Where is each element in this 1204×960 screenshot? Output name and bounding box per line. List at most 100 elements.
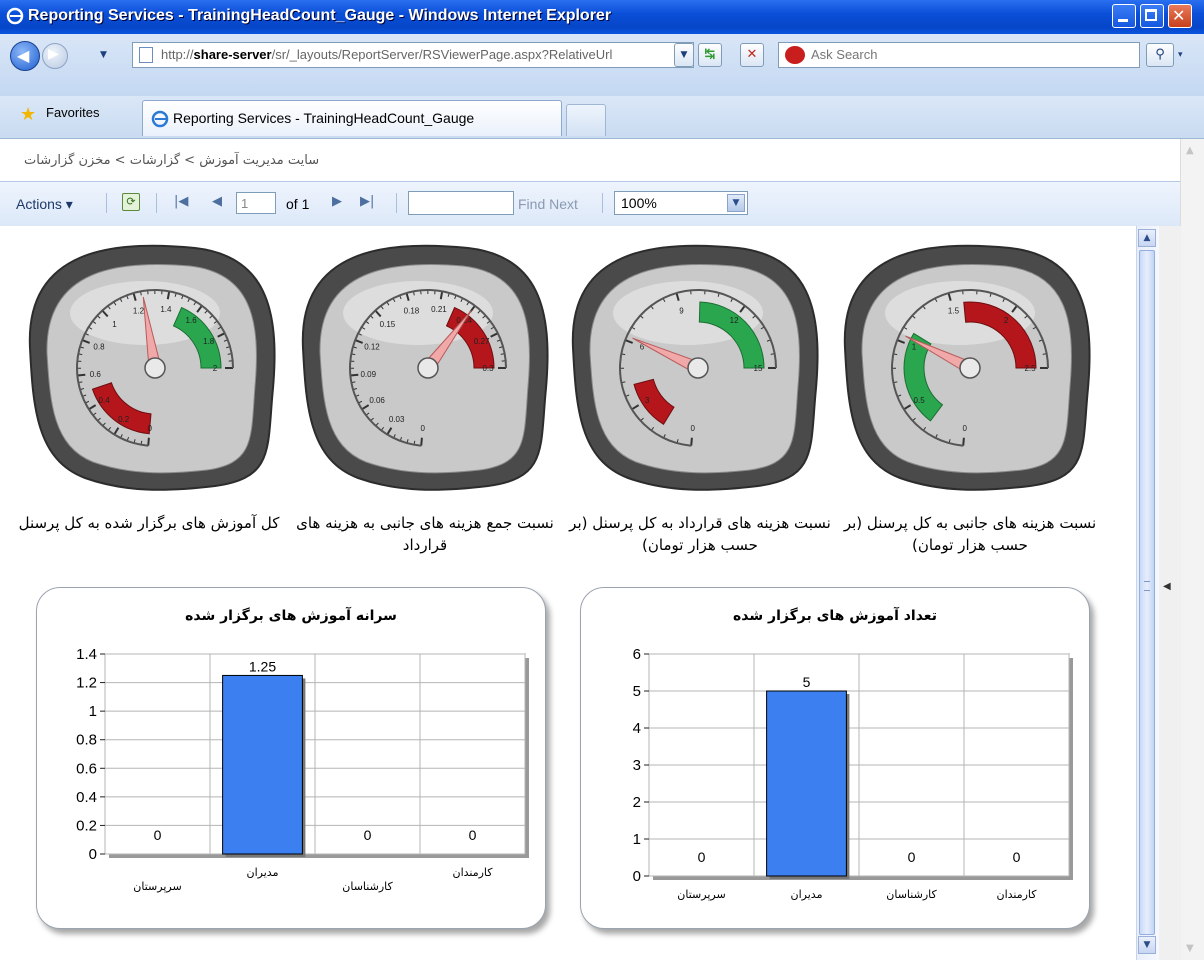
bar-value-label: 0 — [698, 849, 706, 865]
gauge-scale-label: 0.4 — [99, 396, 111, 405]
chart-panel-count: تعداد آموزش های برگزار شده 0 1 2 3 4 5 6 0 5 0 0 سر… — [580, 587, 1090, 929]
minimize-icon — [1118, 19, 1128, 22]
stop-icon: ✕ — [746, 47, 758, 62]
y-tick-label: 5 — [633, 683, 641, 700]
gauge-caption: کل آموزش های برگزار شده به کل پرسنل — [18, 514, 280, 532]
back-arrow-icon: ◀ — [17, 46, 30, 65]
new-tab-button[interactable] — [566, 104, 606, 136]
scroll-up-icon: ▲ — [1143, 233, 1151, 243]
close-button[interactable]: ✕ — [1168, 4, 1192, 28]
tab-label: Reporting Services - TrainingHeadCount_G… — [173, 110, 475, 126]
gauge-scale-label: 0.18 — [404, 306, 420, 315]
tab-reporting-services[interactable]: Reporting Services - TrainingHeadCount_G… — [142, 100, 562, 136]
search-placeholder: Ask Search — [811, 47, 878, 62]
splitter-collapse-icon: ◀ — [1163, 581, 1171, 592]
bar — [222, 674, 303, 855]
y-tick-label: 1.2 — [76, 675, 97, 692]
history-dropdown-icon[interactable]: ▼ — [100, 50, 107, 60]
category-label: مدیران — [791, 888, 823, 901]
plot-shadow — [653, 876, 1073, 880]
gauge-scale-label: 0.03 — [389, 415, 405, 424]
refresh-button[interactable]: ↹ — [698, 43, 722, 67]
pane-splitter[interactable]: ◀ — [1158, 226, 1181, 960]
gauges-panel: 0 0.2 0.4 0.6 0.8 1 1.2 1.4 1.6 1.8 2 0 0.03 0.06 0.09… — [28, 244, 1091, 491]
report-viewport: 0 0.2 0.4 0.6 0.8 1 1.2 1.4 1.6 1.8 2 0 0.03 0.06 0.09… — [0, 226, 1136, 960]
maximize-button[interactable] — [1140, 4, 1164, 28]
forward-button[interactable]: ▶ — [42, 43, 68, 69]
report-scroll-up-button[interactable]: ▲ — [1138, 229, 1156, 247]
back-button[interactable]: ◀ — [10, 41, 40, 71]
previous-page-icon[interactable]: ◀ — [212, 194, 222, 209]
address-dropdown-button[interactable]: ▼ — [674, 43, 694, 67]
minimize-button[interactable] — [1112, 4, 1136, 28]
y-tick-label: 1 — [89, 703, 97, 720]
plot-shadow — [1069, 658, 1073, 880]
report-scroll-down-button[interactable]: ▼ — [1138, 936, 1156, 954]
find-next-link[interactable]: Find Next — [518, 196, 578, 212]
y-tick-label: 0.6 — [76, 760, 97, 777]
gauge-scale-label: 0.09 — [360, 370, 376, 379]
bar-value-label: 0 — [364, 827, 372, 843]
y-tick-label: 0.4 — [76, 789, 97, 806]
page-icon — [139, 47, 153, 63]
y-tick-label: 0.2 — [76, 817, 97, 834]
window-scrollbar[interactable]: ▲ ▼ — [1180, 139, 1204, 960]
y-tick-label: 2 — [633, 794, 641, 811]
gauge-caption: نسبت هزینه های جانبی به کل پرسنل (بر حسب… — [843, 514, 1097, 554]
gauge: 03691215 — [571, 244, 819, 491]
bar-value-label: 0 — [469, 827, 477, 843]
gauge-scale-label: 1.5 — [948, 306, 960, 315]
gauge: 0 0.2 0.4 0.6 0.8 1 1.2 1.4 1.6 1.8 2 — [28, 244, 276, 491]
gauge-tick — [420, 437, 423, 446]
search-input[interactable]: Ask Search — [778, 42, 1140, 68]
refresh-report-icon: ⟳ — [126, 195, 136, 208]
gauge-scale-label: 1.2 — [133, 306, 145, 315]
bar-chart: 0 1 2 3 4 5 6 0 5 0 0 سرپرستان مدیران کارشناسان کارمند… — [633, 646, 1073, 901]
last-page-icon[interactable]: ▶| — [360, 194, 374, 209]
page-number-input[interactable] — [236, 192, 276, 214]
plot-shadow — [109, 854, 529, 858]
y-tick-label: 0 — [89, 846, 97, 863]
gauge-caption: نسبت هزینه های قرارداد به کل پرسنل (بر ح… — [569, 514, 831, 554]
gauge-scale-label: 1.8 — [203, 337, 215, 346]
actions-menu[interactable]: Actions ▾ — [16, 196, 73, 213]
y-tick-label: 3 — [633, 757, 641, 774]
gauge-scale-label: 0.06 — [369, 396, 385, 405]
y-tick-label: 6 — [633, 646, 641, 663]
ask-logo-icon — [785, 46, 805, 64]
forward-arrow-icon: ▶ — [48, 46, 59, 62]
close-icon: ✕ — [1172, 6, 1186, 25]
search-icon: ⚲ — [1155, 47, 1165, 62]
gauge-tick — [962, 437, 965, 446]
bar-chart: 0 0.2 0.4 0.6 0.8 1 1.2 1.4 0 1.25 0 0 سرپرستان مدیرا… — [76, 646, 529, 893]
toolbar-separator — [106, 193, 107, 213]
gauge-scale-label: 0.27 — [474, 337, 490, 346]
gauge-scale-label: 2 — [1004, 316, 1009, 325]
stop-button[interactable]: ✕ — [740, 43, 764, 67]
breadcrumb[interactable]: سایت مدیریت آموزش > گزارشات > مخزن گزارش… — [24, 153, 319, 168]
zoom-value: 100% — [621, 195, 657, 211]
y-tick-label: 1.4 — [76, 646, 97, 663]
ie-tab-icon — [151, 110, 169, 128]
window-title: Reporting Services - TrainingHeadCount_G… — [28, 7, 612, 24]
category-label: کارمندان — [996, 888, 1037, 901]
bar — [766, 690, 847, 877]
gauge-tick — [350, 373, 359, 377]
gauge-scale-label: 0 — [421, 424, 426, 433]
grip-icon — [1144, 581, 1150, 591]
refresh-report-button[interactable]: ⟳ — [122, 193, 140, 211]
favorites-button[interactable]: Favorites — [46, 105, 99, 120]
gauge-scale-label: 9 — [679, 306, 684, 315]
chart-panel-per-capita: سرانه آموزش های برگزار شده 0 0.2 0.4 0.6 0.8… — [36, 587, 546, 929]
find-text-input[interactable] — [408, 191, 514, 215]
y-tick-label: 0 — [633, 868, 641, 885]
category-label: کارمندان — [452, 866, 493, 879]
y-tick-label: 1 — [633, 831, 641, 848]
search-options-icon[interactable]: ▾ — [1178, 50, 1183, 60]
zoom-select[interactable]: 100% ▼ — [614, 191, 748, 215]
report-scroll-thumb[interactable] — [1139, 250, 1155, 935]
address-bar[interactable]: http://share-server/sr/_layouts/ReportSe… — [132, 42, 694, 68]
search-button[interactable]: ⚲ — [1146, 43, 1174, 67]
next-page-icon[interactable]: ▶ — [332, 194, 342, 209]
first-page-icon[interactable]: |◀ — [174, 194, 188, 209]
